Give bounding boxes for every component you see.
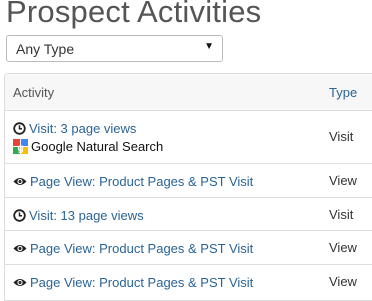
page-title: Prospect Activities xyxy=(6,0,262,29)
prospect-activities-panel: Prospect Activities Any Type ▼ Activity … xyxy=(0,0,372,301)
table-row: Page View: Product Pages & PST Visit Vie… xyxy=(5,231,372,265)
table-row: Visit: 13 page views Visit xyxy=(5,198,372,231)
source-label: Google Natural Search xyxy=(31,139,164,155)
activities-table: Activity Type Visit: 3 page views g Goog… xyxy=(4,73,372,301)
table-row: Page View: Product Pages & PST Visit Vie… xyxy=(5,265,372,301)
activity-link[interactable]: Page View: Product Pages & PST Visit xyxy=(30,275,253,290)
activity-cell: Visit: 3 page views xyxy=(13,120,136,136)
eye-icon xyxy=(13,279,27,287)
activity-type-select[interactable]: Any Type ▼ xyxy=(6,35,223,62)
dropdown-arrow-icon: ▼ xyxy=(204,41,214,52)
svg-text:g: g xyxy=(17,143,23,154)
clock-icon xyxy=(13,209,26,222)
type-column-header[interactable]: Type xyxy=(329,85,357,100)
activity-link[interactable]: Visit: 3 page views xyxy=(29,121,136,136)
table-row: Visit: 3 page views g Google Natural Sea… xyxy=(5,111,372,164)
activity-source: g Google Natural Search xyxy=(13,138,164,155)
type-cell: View xyxy=(329,173,357,188)
clock-icon xyxy=(13,122,26,135)
activity-cell: Page View: Product Pages & PST Visit xyxy=(13,240,253,256)
type-cell: Visit xyxy=(329,129,354,144)
activity-column-header: Activity xyxy=(13,85,55,100)
type-cell: View xyxy=(329,240,357,255)
activity-link[interactable]: Page View: Product Pages & PST Visit xyxy=(30,174,253,189)
type-cell: View xyxy=(329,274,357,289)
activity-cell: Page View: Product Pages & PST Visit xyxy=(13,274,253,290)
google-icon: g xyxy=(13,139,28,155)
activity-type-selected: Any Type xyxy=(16,41,75,57)
activity-link[interactable]: Visit: 13 page views xyxy=(29,208,144,223)
activity-cell: Page View: Product Pages & PST Visit xyxy=(13,173,253,189)
table-header: Activity Type xyxy=(5,74,372,111)
activity-link[interactable]: Page View: Product Pages & PST Visit xyxy=(30,241,253,256)
eye-icon xyxy=(13,178,27,186)
activity-cell: Visit: 13 page views xyxy=(13,207,144,223)
table-row: Page View: Product Pages & PST Visit Vie… xyxy=(5,164,372,198)
eye-icon xyxy=(13,245,27,253)
type-cell: Visit xyxy=(329,207,354,222)
